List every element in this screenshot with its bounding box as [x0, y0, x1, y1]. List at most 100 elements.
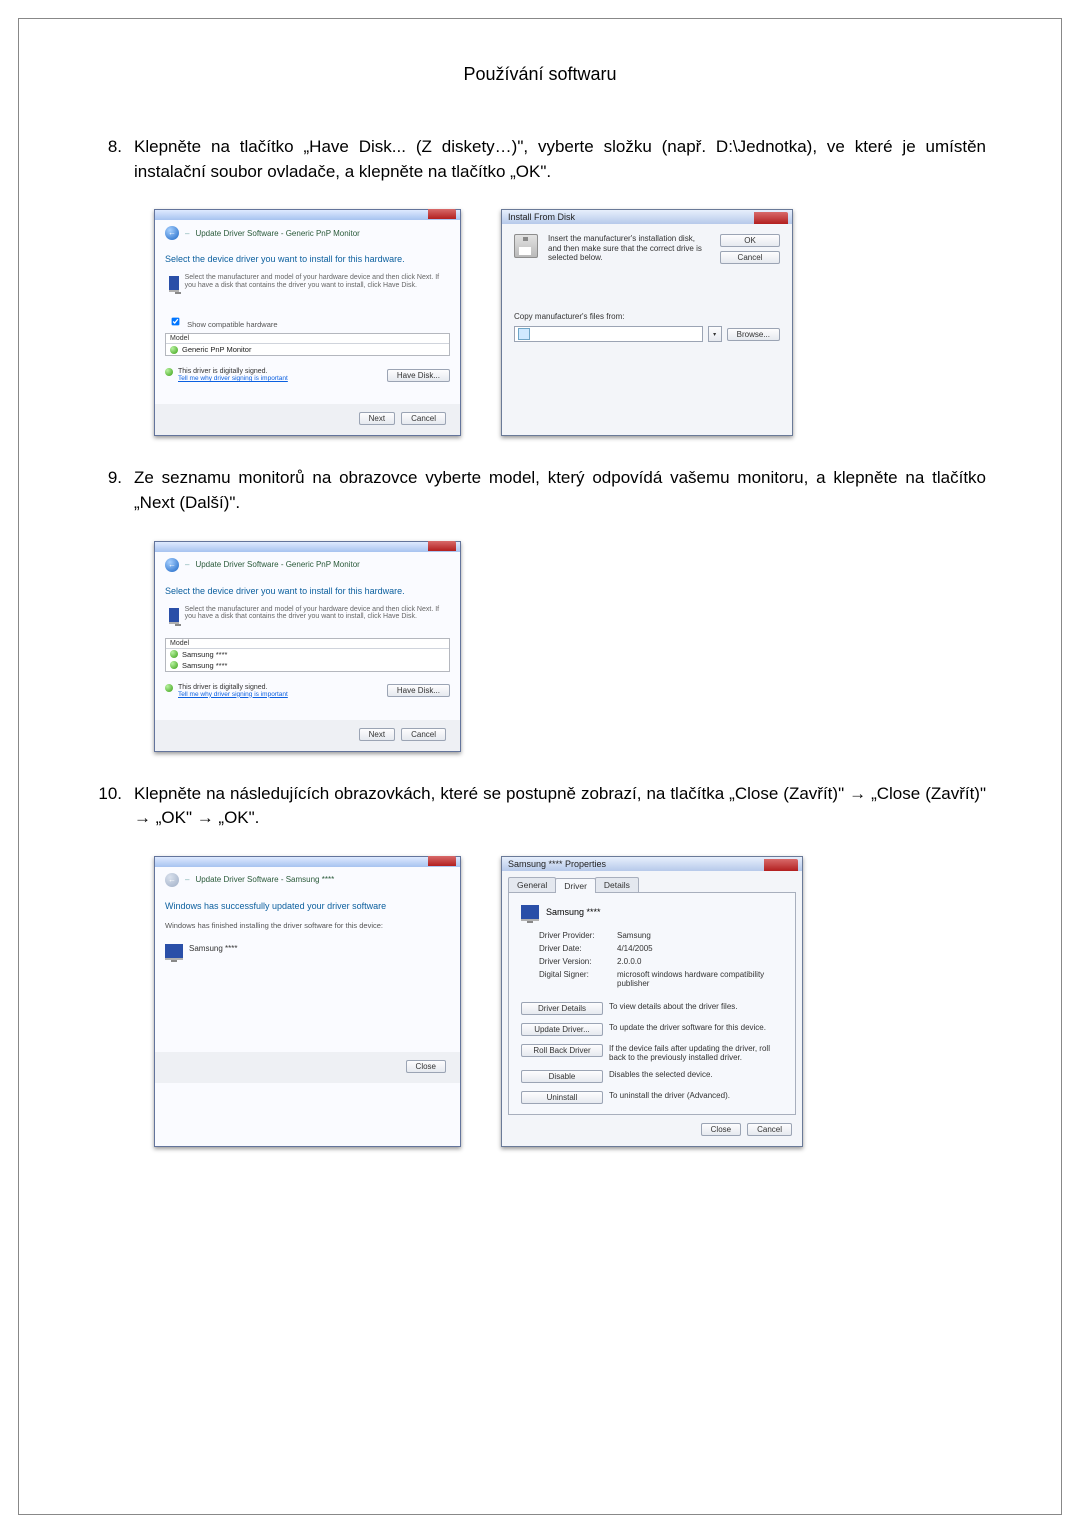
- cancel-button[interactable]: Cancel: [401, 412, 446, 425]
- step-8-number: 8.: [94, 135, 134, 184]
- monitor-icon: [169, 608, 179, 624]
- value-date: 4/14/2005: [617, 944, 783, 953]
- path-combobox[interactable]: [514, 326, 703, 342]
- step-10-number: 10.: [94, 782, 134, 831]
- driver-wizard-select-model: ← – Update Driver Software - Generic PnP…: [154, 541, 461, 752]
- model-row-generic[interactable]: Generic PnP Monitor: [166, 344, 449, 355]
- next-button[interactable]: Next: [359, 412, 395, 425]
- step-9-number: 9.: [94, 466, 134, 515]
- step-10: 10. Klepněte na následujících obrazovkác…: [94, 782, 986, 831]
- tell-me-link[interactable]: Tell me why driver signing is important: [178, 375, 288, 382]
- close-button[interactable]: Close: [701, 1123, 741, 1136]
- install-from-disk-dialog: Install From Disk Insert the manufacture…: [501, 209, 793, 436]
- wizard-breadcrumb: Update Driver Software - Samsung ****: [195, 875, 334, 884]
- close-icon[interactable]: [754, 212, 788, 224]
- update-driver-text: To update the driver software for this d…: [609, 1023, 783, 1032]
- finished-device: Samsung ****: [189, 942, 237, 953]
- wizard-info-text: Select the manufacturer and model of you…: [185, 274, 446, 292]
- back-icon[interactable]: ←: [165, 558, 179, 572]
- cert-icon: [170, 346, 178, 354]
- disable-text: Disables the selected device.: [609, 1070, 783, 1079]
- uninstall-text: To uninstall the driver (Advanced).: [609, 1091, 783, 1100]
- driver-tab-pane: Samsung **** Driver Provider:Samsung Dri…: [508, 892, 796, 1115]
- cert-icon: [165, 368, 173, 376]
- cert-icon: [170, 650, 178, 658]
- update-driver-button[interactable]: Update Driver...: [521, 1023, 603, 1036]
- disk-message: Insert the manufacturer's installation d…: [548, 234, 710, 263]
- model-header: Model: [166, 639, 449, 649]
- driver-wizard-success: ← – Update Driver Software - Samsung ***…: [154, 856, 461, 1147]
- label-provider: Driver Provider:: [539, 931, 617, 940]
- floppy-icon: [514, 234, 538, 258]
- roll-back-driver-text: If the device fails after updating the d…: [609, 1044, 783, 1062]
- device-name: Samsung ****: [546, 907, 601, 917]
- model-header: Model: [166, 334, 449, 344]
- value-signer: microsoft windows hardware compatibility…: [617, 970, 783, 988]
- ok-button[interactable]: OK: [720, 234, 780, 247]
- model-row-samsung-2[interactable]: Samsung ****: [166, 660, 449, 671]
- value-provider: Samsung: [617, 931, 783, 940]
- close-icon[interactable]: [428, 541, 456, 551]
- wizard-heading: Windows has successfully updated your dr…: [165, 901, 450, 911]
- cert-icon: [165, 684, 173, 692]
- tell-me-link[interactable]: Tell me why driver signing is important: [178, 691, 288, 698]
- tab-details[interactable]: Details: [595, 877, 639, 892]
- device-properties-dialog: Samsung **** Properties General Driver D…: [501, 856, 803, 1147]
- have-disk-button[interactable]: Have Disk...: [387, 684, 450, 697]
- monitor-icon: [165, 944, 183, 960]
- have-disk-button[interactable]: Have Disk...: [387, 369, 450, 382]
- wizard-titlebar: [155, 542, 460, 552]
- wizard-titlebar: [155, 210, 460, 220]
- label-signer: Digital Signer:: [539, 970, 617, 988]
- model-list: Model Generic PnP Monitor: [165, 333, 450, 356]
- copy-from-label: Copy manufacturer's files from:: [514, 312, 780, 321]
- wizard-breadcrumb: Update Driver Software - Generic PnP Mon…: [195, 229, 359, 238]
- tab-general[interactable]: General: [508, 877, 556, 892]
- uninstall-button[interactable]: Uninstall: [521, 1091, 603, 1104]
- close-icon[interactable]: [428, 209, 456, 219]
- wizard-titlebar: [155, 857, 460, 867]
- model-list: Model Samsung **** Samsung ****: [165, 638, 450, 672]
- model-row-samsung-1[interactable]: Samsung ****: [166, 649, 449, 660]
- label-version: Driver Version:: [539, 957, 617, 966]
- back-icon: ←: [165, 873, 179, 887]
- value-version: 2.0.0.0: [617, 957, 783, 966]
- step-8: 8. Klepněte na tlačítko „Have Disk... (Z…: [94, 135, 986, 184]
- cert-icon: [170, 661, 178, 669]
- disable-button[interactable]: Disable: [521, 1070, 603, 1083]
- document-page: Používání softwaru 8. Klepněte na tlačít…: [18, 18, 1062, 1515]
- driver-details-text: To view details about the driver files.: [609, 1002, 783, 1011]
- dialog-title: Samsung **** Properties: [502, 857, 802, 871]
- monitor-icon: [521, 905, 539, 921]
- wizard-heading: Select the device driver you want to ins…: [165, 586, 450, 596]
- wizard-info-text: Select the manufacturer and model of you…: [185, 606, 446, 624]
- page-title: Používání softwaru: [94, 64, 986, 85]
- next-button[interactable]: Next: [359, 728, 395, 741]
- dropdown-icon[interactable]: ▾: [708, 326, 722, 342]
- show-compatible-checkbox[interactable]: Show compatible hardware: [165, 320, 278, 329]
- cancel-button[interactable]: Cancel: [747, 1123, 792, 1136]
- cancel-button[interactable]: Cancel: [720, 251, 780, 264]
- driver-wizard-have-disk: ← – Update Driver Software - Generic PnP…: [154, 209, 461, 436]
- wizard-heading: Select the device driver you want to ins…: [165, 254, 450, 264]
- tab-driver[interactable]: Driver: [555, 878, 596, 893]
- close-icon[interactable]: [428, 856, 456, 866]
- wizard-breadcrumb: Update Driver Software - Generic PnP Mon…: [195, 560, 359, 569]
- step-8-text: Klepněte na tlačítko „Have Disk... (Z di…: [134, 135, 986, 184]
- step-9: 9. Ze seznamu monitorů na obrazovce vybe…: [94, 466, 986, 515]
- back-icon[interactable]: ←: [165, 226, 179, 240]
- driver-signed-text: This driver is digitally signed.: [178, 684, 288, 691]
- roll-back-driver-button[interactable]: Roll Back Driver: [521, 1044, 603, 1057]
- close-button[interactable]: Close: [406, 1060, 446, 1073]
- browse-button[interactable]: Browse...: [727, 328, 780, 341]
- close-icon[interactable]: [764, 859, 798, 871]
- driver-details-button[interactable]: Driver Details: [521, 1002, 603, 1015]
- driver-signed-text: This driver is digitally signed.: [178, 368, 288, 375]
- tab-strip: General Driver Details: [502, 871, 802, 892]
- cancel-button[interactable]: Cancel: [401, 728, 446, 741]
- label-date: Driver Date:: [539, 944, 617, 953]
- file-icon: [518, 328, 530, 340]
- dialog-title: Install From Disk: [502, 210, 792, 224]
- step-10-text: Klepněte na následujících obrazovkách, k…: [134, 782, 986, 831]
- finished-text: Windows has finished installing the driv…: [165, 921, 450, 930]
